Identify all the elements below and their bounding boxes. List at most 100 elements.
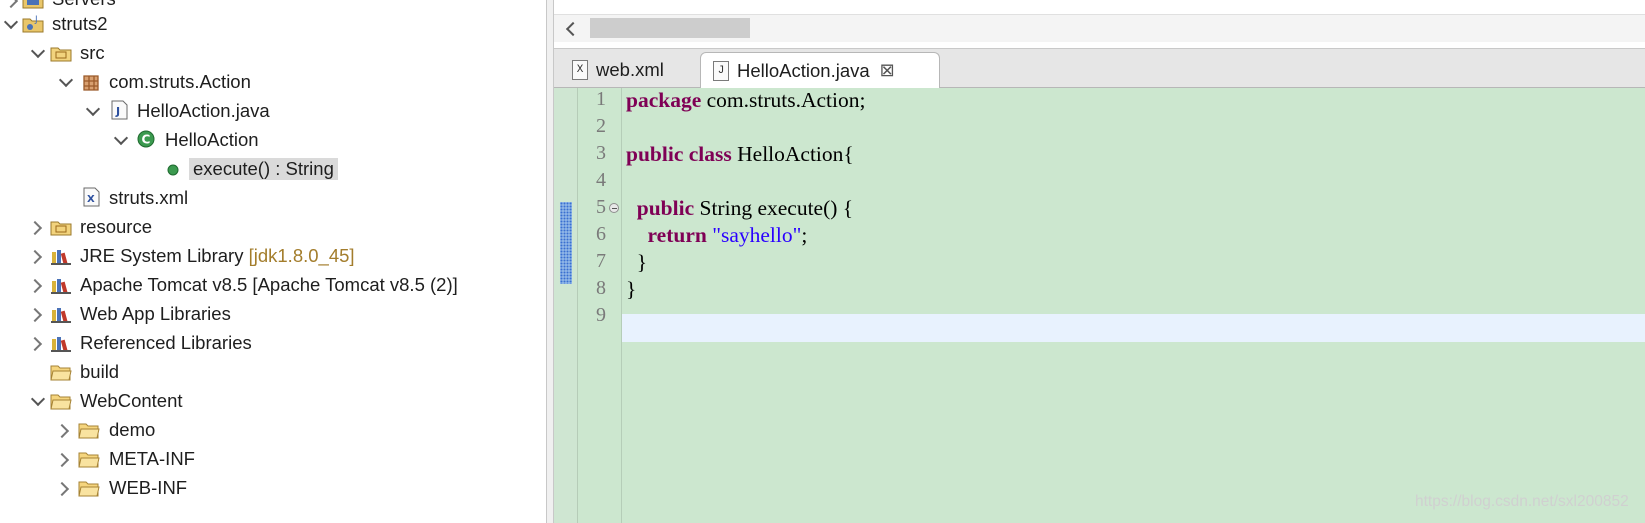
tree-item-struts2[interactable]: J struts2 xyxy=(0,12,540,38)
tree-item-package[interactable]: com.struts.Action xyxy=(0,70,540,96)
horizontal-scrollbar[interactable] xyxy=(554,14,1645,42)
chevron-down-icon[interactable] xyxy=(114,132,128,146)
line-number: 7 xyxy=(596,250,606,272)
tab-label: web.xml xyxy=(596,59,664,80)
chevron-right-icon[interactable] xyxy=(30,307,44,321)
project-icon: J xyxy=(22,15,44,33)
tree-item-struts-xml[interactable]: X struts.xml xyxy=(0,186,540,212)
tree-item-src[interactable]: src xyxy=(0,41,540,67)
line-number: 3 xyxy=(596,142,606,164)
tree-item-label: src xyxy=(80,42,105,63)
chevron-down-icon[interactable] xyxy=(59,74,73,88)
library-icon xyxy=(51,308,71,323)
tree-item-label: resource xyxy=(80,216,152,237)
tree-item-label: demo xyxy=(109,419,156,440)
tree-item-helloaction-java[interactable]: J HelloAction.java xyxy=(0,99,540,125)
line-number: 4 xyxy=(596,169,606,191)
project-explorer: Servers J struts2 src com.struts.Action … xyxy=(0,0,546,523)
console-view-fragment xyxy=(554,0,1645,45)
tree-item-label: Referenced Libraries xyxy=(80,332,252,353)
folder-icon xyxy=(78,452,100,468)
line-number: 6 xyxy=(596,223,606,245)
public-method-icon xyxy=(167,164,179,176)
scroll-left-arrow-icon[interactable] xyxy=(564,21,578,37)
chevron-right-icon[interactable] xyxy=(6,0,20,7)
tree-item-label: struts.xml xyxy=(109,187,189,208)
chevron-down-icon[interactable] xyxy=(31,45,45,59)
tree-item-web-inf[interactable]: WEB-INF xyxy=(0,476,540,502)
chevron-right-icon[interactable] xyxy=(57,423,71,437)
svg-text:J: J xyxy=(34,15,38,25)
class-icon: C xyxy=(137,130,155,148)
tree-item-meta-inf[interactable]: META-INF xyxy=(0,447,540,473)
tree-item-label: HelloAction xyxy=(165,129,259,150)
line-number: 2 xyxy=(596,115,606,137)
tree-item-label: META-INF xyxy=(109,448,195,469)
java-editor[interactable]: 1 2 3 4 5 6 7 8 9 package com.struts.Act… xyxy=(554,88,1645,523)
tree-item-build[interactable]: build xyxy=(0,360,540,386)
jdk-version-decoration: [jdk1.8.0_45] xyxy=(248,245,355,266)
library-icon xyxy=(51,279,71,294)
chevron-right-icon[interactable] xyxy=(57,481,71,495)
library-icon xyxy=(51,337,71,352)
tree-item-label: Servers xyxy=(52,0,116,10)
close-icon[interactable]: ⊠ xyxy=(880,60,895,81)
tree-item-resource[interactable]: resource xyxy=(0,215,540,241)
code-line-1: package com.struts.Action; xyxy=(626,88,866,112)
tab-label: HelloAction.java xyxy=(737,59,870,81)
line-number: 1 xyxy=(596,88,606,110)
library-icon xyxy=(51,250,71,265)
chevron-right-icon[interactable] xyxy=(30,220,44,234)
tree-item-label: HelloAction.java xyxy=(137,100,270,121)
code-line-8: } xyxy=(626,277,637,301)
code-area[interactable]: package com.struts.Action; public class … xyxy=(622,88,1645,523)
tree-item-label: JRE System Library [jdk1.8.0_45] xyxy=(80,245,355,266)
svg-text:C: C xyxy=(142,133,151,147)
code-line-3: public class HelloAction{ xyxy=(626,142,854,166)
tree-item-demo[interactable]: demo xyxy=(0,418,540,444)
line-number: 9 xyxy=(596,304,606,326)
xml-file-icon: X xyxy=(572,60,588,80)
tree-item-label: WEB-INF xyxy=(109,477,188,498)
svg-text:X: X xyxy=(87,194,95,205)
tree-item-tomcat-library[interactable]: Apache Tomcat v8.5 [Apache Tomcat v8.5 (… xyxy=(0,273,540,299)
chevron-right-icon[interactable] xyxy=(30,278,44,292)
tree-item-label: com.struts.Action xyxy=(109,71,251,92)
code-line-6: return "sayhello"; xyxy=(647,223,808,247)
tree-item-webapp-libraries[interactable]: Web App Libraries xyxy=(0,302,540,328)
tab-web-xml[interactable]: X web.xml xyxy=(560,52,696,88)
watermark-text: https://blog.csdn.net/sxl200852 xyxy=(1415,493,1629,510)
server-folder-icon xyxy=(22,0,44,9)
chevron-right-icon[interactable] xyxy=(30,249,44,263)
editor-tab-bar: X web.xml J HelloAction.java ⊠ xyxy=(554,48,1645,88)
folder-icon xyxy=(78,423,100,439)
chevron-down-icon[interactable] xyxy=(86,103,100,117)
quick-diff-marker xyxy=(560,202,572,284)
chevron-right-icon[interactable] xyxy=(30,336,44,350)
tree-item-webcontent[interactable]: WebContent xyxy=(0,389,540,415)
tree-item-jre-library[interactable]: JRE System Library [jdk1.8.0_45] xyxy=(0,244,540,270)
view-splitter[interactable] xyxy=(546,0,554,523)
source-folder-icon xyxy=(50,47,72,62)
tree-item-referenced-libraries[interactable]: Referenced Libraries xyxy=(0,331,540,357)
tree-item-label: build xyxy=(80,361,120,382)
scrollbar-thumb[interactable] xyxy=(590,18,750,38)
folder-icon xyxy=(50,365,72,381)
java-file-icon: J xyxy=(713,60,729,81)
tree-item-label: execute() : String xyxy=(189,158,338,180)
chevron-right-icon[interactable] xyxy=(57,452,71,466)
tab-helloaction-java[interactable]: J HelloAction.java ⊠ xyxy=(700,52,940,88)
chevron-down-icon[interactable] xyxy=(31,393,45,407)
tree-item-execute-method[interactable]: execute() : String xyxy=(0,157,540,183)
tree-item-label: struts2 xyxy=(52,13,108,34)
fold-collapse-icon[interactable] xyxy=(609,203,619,213)
java-file-icon: J xyxy=(111,100,128,120)
tree-item-class[interactable]: C HelloAction xyxy=(0,128,540,154)
chevron-down-icon[interactable] xyxy=(4,16,18,30)
tree-item-label: Apache Tomcat v8.5 [Apache Tomcat v8.5 (… xyxy=(80,274,458,295)
svg-text:J: J xyxy=(115,105,120,118)
overview-ruler xyxy=(554,88,578,523)
line-number: 8 xyxy=(596,277,606,299)
current-line-highlight xyxy=(622,314,1645,342)
code-line-7: } xyxy=(636,250,648,274)
